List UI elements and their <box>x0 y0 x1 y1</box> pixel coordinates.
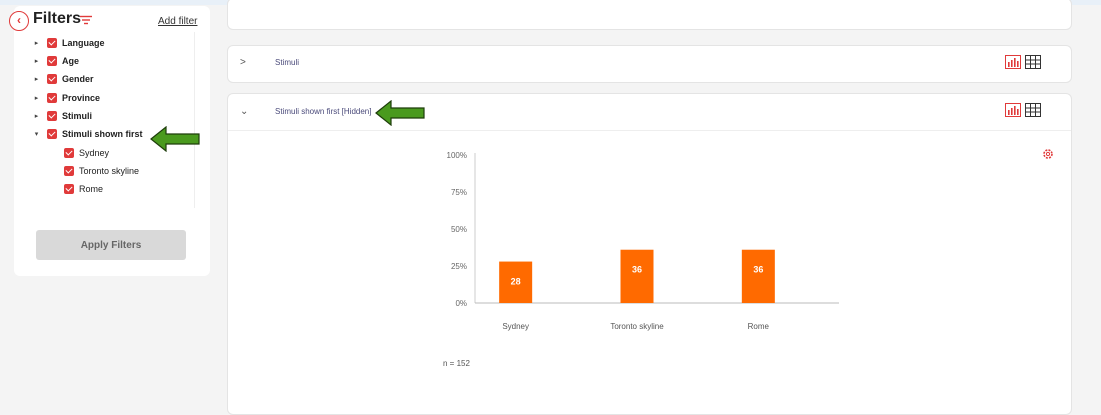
annotation-arrow-icon <box>375 100 425 126</box>
bar-chart: 0% 25% 50% 75% 100% 28 Sydney 36 Toronto skyline… <box>447 151 839 331</box>
chevron-down-icon[interactable]: ⌄ <box>240 106 248 117</box>
x-tick-label: Toronto skyline <box>610 322 664 331</box>
bar-1 <box>620 249 654 303</box>
checkbox-checked[interactable] <box>47 74 57 84</box>
bar-value-label: 36 <box>753 265 763 275</box>
filter-item-stimuli[interactable]: ▸ Stimuli <box>32 108 92 124</box>
apply-filters-button[interactable]: Apply Filters <box>36 230 186 260</box>
chart-area: 0% 25% 50% 75% 100% 28 Sydney 36 Toronto skyline… <box>228 131 1071 411</box>
y-tick-label: 50% <box>451 225 467 234</box>
y-tick-label: 0% <box>455 299 467 308</box>
chevron-right-icon[interactable]: > <box>240 57 246 68</box>
annotation-arrow-icon <box>150 126 200 152</box>
bar-chart-icon[interactable] <box>1005 55 1021 69</box>
filter-label: Stimuli shown first <box>62 129 143 139</box>
checkbox-checked[interactable] <box>47 129 57 139</box>
filters-title: Filters <box>33 10 82 27</box>
checkbox-checked[interactable] <box>64 148 74 158</box>
caret-down-icon[interactable]: ▾ <box>32 130 41 138</box>
add-filter-link[interactable]: Add filter <box>158 16 197 27</box>
table-grid-icon[interactable] <box>1025 103 1041 117</box>
card-stimuli-shown-first: ⌄ Stimuli shown first [Hidden] 0% 25% 50% 7… <box>227 93 1072 415</box>
card-stimuli: > Stimuli <box>227 45 1072 83</box>
sample-size-label: n = 152 <box>443 359 470 368</box>
caret-right-icon[interactable]: ▸ <box>32 94 41 102</box>
filter-label: Gender <box>62 74 94 84</box>
filter-label: Stimuli <box>62 111 93 121</box>
filter-item-province[interactable]: ▸ Province <box>32 90 100 106</box>
y-tick-label: 100% <box>447 151 467 160</box>
sub-option-toronto-skyline[interactable]: Toronto skyline <box>58 163 139 179</box>
filter-item-language[interactable]: ▸ Language <box>32 35 105 51</box>
caret-right-icon[interactable]: ▸ <box>32 75 41 83</box>
option-label: Rome <box>79 184 104 194</box>
x-tick-label: Sydney <box>502 322 529 331</box>
filter-label: Language <box>62 38 105 48</box>
option-label: Toronto skyline <box>79 166 140 176</box>
filter-item-gender[interactable]: ▸ Gender <box>32 71 94 87</box>
checkbox-checked[interactable] <box>47 38 57 48</box>
caret-right-icon[interactable]: ▸ <box>32 39 41 47</box>
caret-right-icon[interactable]: ▸ <box>32 57 41 65</box>
bar-value-label: 28 <box>511 277 521 287</box>
filter-item-age[interactable]: ▸ Age <box>32 53 79 69</box>
checkbox-checked[interactable] <box>64 184 74 194</box>
card-title[interactable]: Stimuli <box>275 58 299 67</box>
bar-2 <box>741 249 775 303</box>
sub-option-rome[interactable]: Rome <box>58 181 103 197</box>
bar-chart-icon[interactable] <box>1005 103 1021 117</box>
checkbox-checked[interactable] <box>64 166 74 176</box>
gear-icon[interactable] <box>1042 148 1054 160</box>
filter-list: ▸ Language ▸ Age ▸ Gender ▸ Province ▸ S… <box>14 32 195 208</box>
filter-label: Age <box>62 56 80 66</box>
option-label: Sydney <box>79 148 110 158</box>
checkbox-checked[interactable] <box>47 56 57 66</box>
table-grid-icon[interactable] <box>1025 55 1041 69</box>
filter-label: Province <box>62 93 101 103</box>
previous-card <box>227 0 1072 30</box>
card-title[interactable]: Stimuli shown first [Hidden] <box>275 107 371 116</box>
filter-item-stimuli-shown-first[interactable]: ▾ Stimuli shown first <box>32 126 143 142</box>
card-header: ⌄ Stimuli shown first [Hidden] <box>228 94 1071 131</box>
sub-option-sydney[interactable]: Sydney <box>58 145 109 161</box>
y-tick-label: 25% <box>451 262 467 271</box>
y-tick-label: 75% <box>451 188 467 197</box>
collapse-panel-button[interactable]: ‹ <box>9 11 29 31</box>
x-tick-label: Rome <box>748 322 770 331</box>
bar-value-label: 36 <box>632 265 642 275</box>
caret-right-icon[interactable]: ▸ <box>32 112 41 120</box>
checkbox-checked[interactable] <box>47 111 57 121</box>
filter-icon <box>80 15 92 25</box>
checkbox-checked[interactable] <box>47 93 57 103</box>
